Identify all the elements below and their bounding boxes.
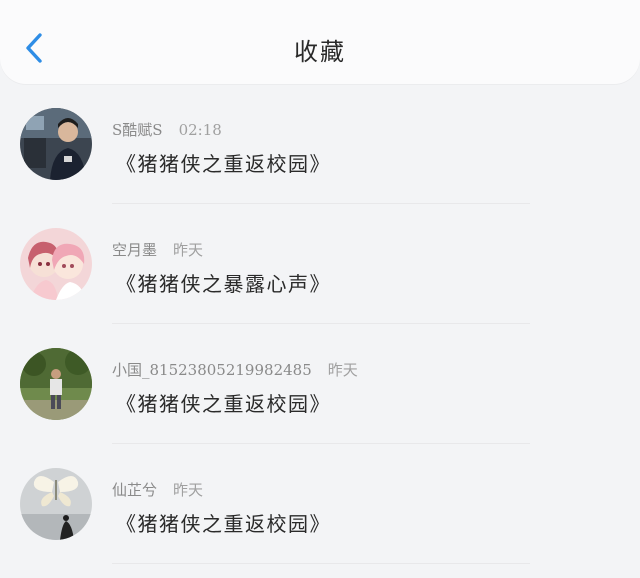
item-message: 《猪猪侠之重返校园》 [116, 392, 331, 416]
item-time: 昨天 [327, 361, 358, 379]
divider [112, 203, 530, 204]
sender-name: 空月墨 [112, 241, 158, 259]
avatar-butterfly-art [20, 468, 92, 540]
item-meta: S酷赋S 02:18 [112, 119, 222, 140]
favorites-list: S酷赋S 02:18 《猪猪侠之重返校园》 空月墨 昨天 《猪猪侠之暴露心声》 … [0, 98, 640, 578]
item-message: 《猪猪侠之暴露心声》 [116, 272, 331, 296]
avatar[interactable] [20, 348, 92, 420]
avatar-outdoor-photo [20, 348, 92, 420]
avatar-anime-girls [20, 228, 92, 300]
sender-name: S酷赋S [112, 121, 163, 139]
top-bar: 收藏 [0, 0, 640, 84]
list-item[interactable]: 仙芷兮 昨天 《猪猪侠之重返校园》 [0, 458, 640, 578]
item-time: 02:18 [178, 121, 222, 139]
list-item[interactable]: 空月墨 昨天 《猪猪侠之暴露心声》 [0, 218, 640, 338]
avatar-person-photo [20, 108, 92, 180]
item-meta: 小国_81523805219982485 昨天 [112, 359, 358, 380]
item-time: 昨天 [173, 481, 204, 499]
divider [112, 323, 530, 324]
sender-name: 小国_81523805219982485 [112, 361, 312, 379]
page-title: 收藏 [294, 38, 346, 66]
item-message: 《猪猪侠之重返校园》 [116, 512, 331, 536]
sender-name: 仙芷兮 [112, 481, 158, 499]
avatar[interactable] [20, 228, 92, 300]
item-time: 昨天 [173, 241, 204, 259]
divider [112, 443, 530, 444]
list-item[interactable]: S酷赋S 02:18 《猪猪侠之重返校园》 [0, 98, 640, 218]
divider [112, 563, 530, 564]
item-meta: 空月墨 昨天 [112, 239, 203, 260]
item-meta: 仙芷兮 昨天 [112, 479, 203, 500]
list-item[interactable]: 小国_81523805219982485 昨天 《猪猪侠之重返校园》 [0, 338, 640, 458]
avatar[interactable] [20, 468, 92, 540]
avatar[interactable] [20, 108, 92, 180]
item-message: 《猪猪侠之重返校园》 [116, 152, 331, 176]
